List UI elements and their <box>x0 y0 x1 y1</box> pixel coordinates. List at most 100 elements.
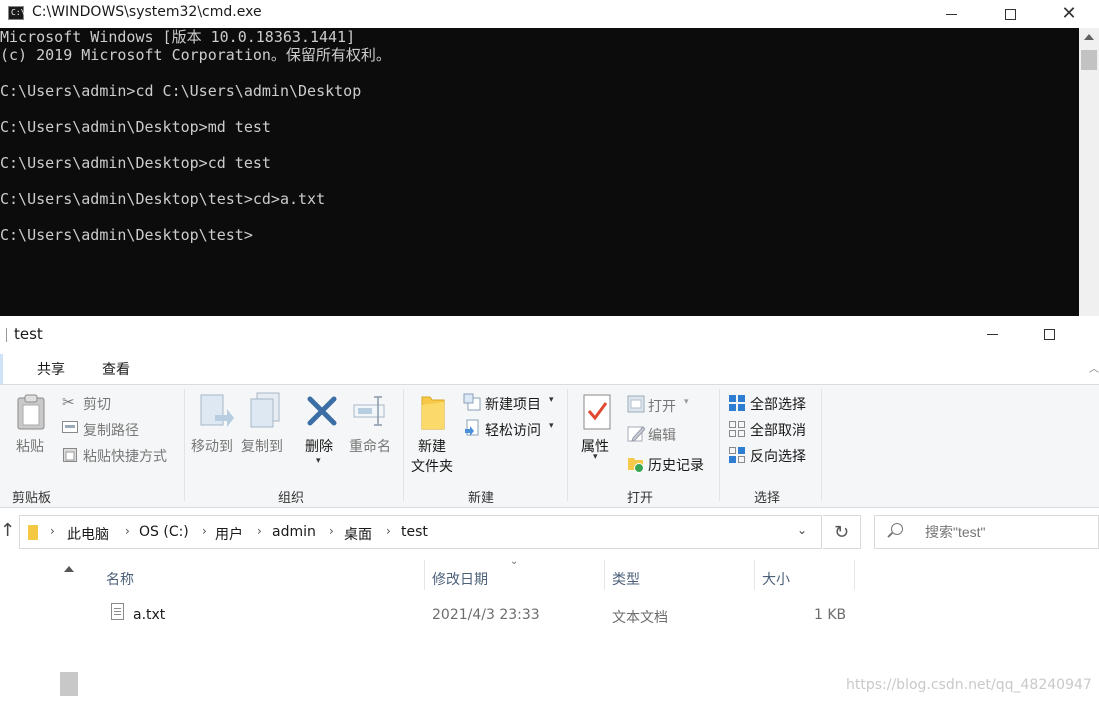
up-arrow-icon[interactable]: ↑ <box>0 520 15 541</box>
breadcrumb-users[interactable]: 用户 <box>215 524 243 544</box>
refresh-button[interactable]: ↻ <box>823 515 861 549</box>
console-line: C:\Users\admin\Desktop\test> <box>0 226 253 244</box>
column-header-size[interactable]: 大小 <box>762 569 790 589</box>
cut-button[interactable]: 剪切 <box>83 394 111 414</box>
column-divider[interactable] <box>424 560 425 590</box>
group-divider <box>567 389 568 501</box>
tab-share[interactable]: 共享 <box>37 359 65 379</box>
move-to-icon <box>200 394 234 427</box>
scroll-thumb[interactable] <box>1081 50 1097 70</box>
maximize-button[interactable] <box>1020 320 1078 348</box>
history-icon <box>628 458 644 473</box>
refresh-icon: ↻ <box>833 521 850 543</box>
chevron-down-icon[interactable]: ⌄ <box>797 523 807 537</box>
copy-to-button[interactable]: 复制到 <box>241 436 283 456</box>
tab-view[interactable]: 查看 <box>102 359 130 379</box>
tab-file-edge[interactable] <box>0 354 3 384</box>
console-line <box>0 136 1079 154</box>
rename-button[interactable]: 重命名 <box>349 436 391 456</box>
chevron-down-icon: ▾ <box>549 421 554 431</box>
ribbon-tabs: 共享 查看 ︿ <box>0 352 1099 384</box>
console-line <box>0 208 1079 226</box>
console-line <box>0 64 1079 82</box>
breadcrumb-test[interactable]: test <box>401 524 428 540</box>
invert-selection-icon <box>729 447 745 463</box>
select-all-icon <box>729 395 745 411</box>
address-bar[interactable]: › 此电脑 › OS (C:) › 用户 › admin › 桌面 › test… <box>19 515 822 549</box>
group-divider <box>719 389 720 501</box>
file-size: 1 KB <box>814 607 847 623</box>
watermark: https://blog.csdn.net/qq_48240947 <box>846 677 1092 693</box>
search-box[interactable] <box>874 515 1099 549</box>
chevron-down-icon: ▾ <box>593 452 598 462</box>
new-folder-button[interactable]: 新建 <box>418 436 446 456</box>
column-header-name[interactable]: 名称 <box>106 569 134 589</box>
column-header-modified[interactable]: 修改日期 <box>432 569 488 589</box>
cmd-console[interactable]: Microsoft Windows [版本 10.0.18363.1441] (… <box>0 28 1079 316</box>
cmd-app-icon: C:\ <box>8 6 25 20</box>
rename-icon <box>353 396 385 426</box>
navigation-bar: ↑ › 此电脑 › OS (C:) › 用户 › admin › 桌面 › te… <box>0 508 1099 556</box>
select-all-button[interactable]: 全部选择 <box>750 394 806 414</box>
column-divider[interactable] <box>604 560 605 590</box>
delete-icon <box>307 396 337 426</box>
minimize-button[interactable] <box>922 0 980 28</box>
breadcrumb-desktop[interactable]: 桌面 <box>344 524 372 544</box>
file-name[interactable]: a.txt <box>133 607 165 623</box>
ribbon-collapse-icon[interactable]: ︿ <box>1089 360 1099 375</box>
maximize-button[interactable] <box>981 0 1039 28</box>
chevron-right-icon[interactable]: › <box>125 524 130 538</box>
title-divider <box>6 328 7 342</box>
chevron-right-icon[interactable]: › <box>257 524 262 538</box>
console-line <box>0 172 1079 190</box>
console-line: C:\Users\admin\Desktop\test>cd>a.txt <box>0 190 326 208</box>
invert-selection-button[interactable]: 反向选择 <box>750 446 806 466</box>
copy-path-button[interactable]: 复制路径 <box>83 420 139 440</box>
edit-button[interactable]: 编辑 <box>648 425 676 445</box>
select-none-icon <box>729 421 745 437</box>
chevron-right-icon[interactable]: › <box>329 524 334 538</box>
breadcrumb-this-pc[interactable]: 此电脑 <box>67 524 109 544</box>
cmd-title-bar[interactable]: C:\ C:\WINDOWS\system32\cmd.exe ✕ <box>0 0 1099 28</box>
nav-pane-scrollbar[interactable] <box>59 560 79 704</box>
console-line: (c) 2019 Microsoft Corporation。保留所有权利。 <box>0 46 391 64</box>
move-to-button[interactable]: 移动到 <box>191 436 233 456</box>
chevron-right-icon[interactable]: › <box>50 524 55 538</box>
group-label-open: 打开 <box>627 491 654 506</box>
close-button[interactable]: ✕ <box>1040 0 1098 28</box>
open-button[interactable]: 打开 <box>648 396 676 416</box>
search-input[interactable] <box>925 524 1095 540</box>
paste-button[interactable]: 粘贴 <box>16 436 44 456</box>
explorer-title-bar[interactable]: test <box>0 316 1099 352</box>
easy-access-button[interactable]: 轻松访问 <box>485 420 541 440</box>
breadcrumb-drive[interactable]: OS (C:) <box>139 524 189 540</box>
new-item-icon <box>463 393 481 411</box>
new-folder-label-2: 文件夹 <box>411 459 453 475</box>
group-label-select: 选择 <box>754 491 781 506</box>
paste-icon <box>17 394 45 430</box>
scroll-up-icon[interactable] <box>1084 34 1094 40</box>
breadcrumb-admin[interactable]: admin <box>272 524 316 540</box>
column-divider[interactable] <box>754 560 755 590</box>
delete-button[interactable]: 删除 <box>305 436 333 456</box>
console-line <box>0 100 1079 118</box>
select-none-button[interactable]: 全部取消 <box>750 420 806 440</box>
properties-icon <box>583 394 611 430</box>
cmd-window: C:\ C:\WINDOWS\system32\cmd.exe ✕ Micros… <box>0 0 1099 316</box>
scroll-up-icon[interactable] <box>64 566 74 572</box>
maximize-icon <box>1043 328 1055 340</box>
scroll-thumb[interactable] <box>60 672 78 696</box>
cmd-scrollbar[interactable] <box>1079 28 1099 316</box>
paste-shortcut-button[interactable]: 粘贴快捷方式 <box>83 446 167 466</box>
chevron-right-icon[interactable]: › <box>386 524 391 538</box>
chevron-right-icon[interactable]: › <box>202 524 207 538</box>
history-button[interactable]: 历史记录 <box>648 455 704 475</box>
new-item-button[interactable]: 新建项目 <box>485 394 541 414</box>
text-file-icon <box>111 603 124 620</box>
column-header-type[interactable]: 类型 <box>612 569 640 589</box>
column-divider[interactable] <box>854 560 855 590</box>
group-label-new: 新建 <box>468 491 495 506</box>
console-line: C:\Users\admin\Desktop>cd test <box>0 154 271 172</box>
edit-icon <box>627 426 645 442</box>
minimize-button[interactable] <box>963 320 1021 348</box>
